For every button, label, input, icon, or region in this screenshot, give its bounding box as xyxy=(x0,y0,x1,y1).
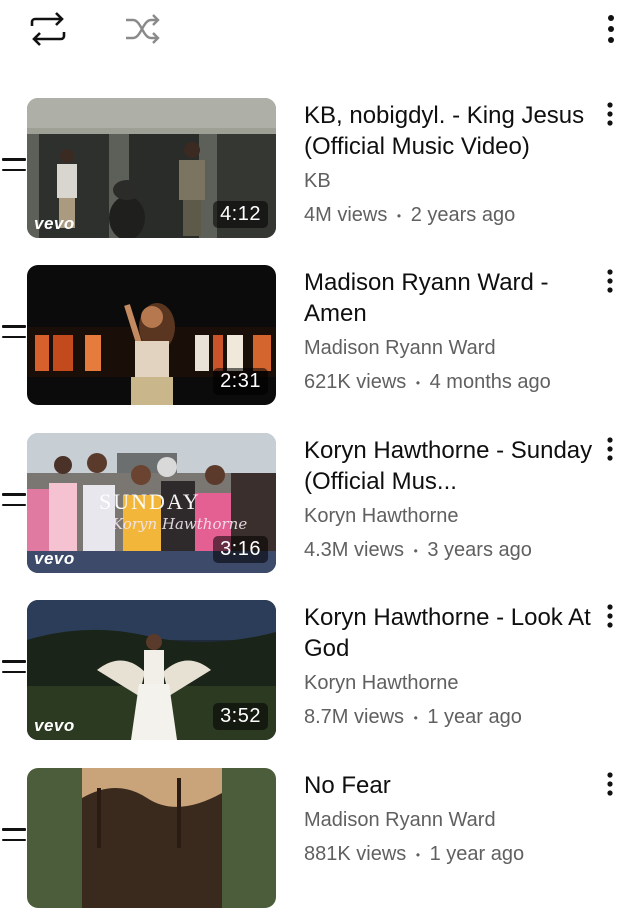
duration-badge: 3:16 xyxy=(213,536,268,563)
meta-separator: • xyxy=(413,543,418,558)
duration-badge: 2:31 xyxy=(213,368,268,395)
video-thumbnail[interactable]: SUNDAY Koryn Hawthorne vevo 3:16 xyxy=(27,433,276,573)
upload-age: 1 year ago xyxy=(427,706,522,728)
video-more-button[interactable] xyxy=(596,770,624,806)
vevo-logo: vevo xyxy=(34,549,75,568)
more-vert-icon xyxy=(607,437,613,461)
video-title: No Fear xyxy=(304,772,391,799)
video-title: KB, nobigdyl. - King Jesus (Official Mus… xyxy=(304,102,585,160)
thumbnail-image xyxy=(27,768,276,908)
video-thumbnail[interactable] xyxy=(27,768,276,908)
video-more-button[interactable] xyxy=(596,602,624,638)
more-vert-icon xyxy=(608,15,614,43)
drag-handle-icon[interactable] xyxy=(2,325,26,347)
meta-separator: • xyxy=(415,375,421,390)
channel-name: Madison Ryann Ward xyxy=(304,337,496,359)
video-info[interactable]: Koryn Hawthorne - Look At God Koryn Hawt… xyxy=(304,602,594,730)
video-info[interactable]: Koryn Hawthorne - Sunday (Official Mus..… xyxy=(304,435,594,563)
video-meta: 8.7M views • 1 year ago xyxy=(304,705,594,730)
drag-handle-icon[interactable] xyxy=(2,493,26,515)
repeat-button[interactable] xyxy=(22,8,74,50)
vevo-logo: vevo xyxy=(34,716,75,735)
vevo-logo: vevo xyxy=(34,214,75,233)
video-thumbnail[interactable]: 2:31 xyxy=(27,265,276,405)
view-count: 4M views xyxy=(304,204,388,226)
video-thumbnail[interactable]: vevo 3:52 xyxy=(27,600,276,740)
drag-handle-icon[interactable] xyxy=(2,660,26,682)
shuffle-button[interactable] xyxy=(118,8,168,50)
view-count: 621K views xyxy=(304,371,407,393)
video-info[interactable]: KB, nobigdyl. - King Jesus (Official Mus… xyxy=(304,100,594,228)
playlist-toolbar xyxy=(0,0,640,70)
more-options-button[interactable] xyxy=(596,8,626,50)
shuffle-icon xyxy=(126,14,160,44)
video-thumbnail[interactable]: vevo 4:12 xyxy=(27,98,276,238)
video-meta: 881K views • 1 year ago xyxy=(304,842,594,867)
video-meta: 4.3M views • 3 years ago xyxy=(304,538,594,563)
video-meta: 4M views • 2 years ago xyxy=(304,203,594,228)
view-count: 4.3M views xyxy=(304,539,405,561)
list-item[interactable]: vevo 3:52 Koryn Hawthorne - Look At God … xyxy=(0,600,640,750)
thumbnail-title-text: SUNDAY xyxy=(99,489,201,514)
video-info[interactable]: No Fear Madison Ryann Ward 881K views • … xyxy=(304,770,594,867)
drag-handle-icon[interactable] xyxy=(2,828,26,850)
thumbnail-signature: Koryn Hawthorne xyxy=(112,515,248,533)
channel-name: Madison Ryann Ward xyxy=(304,809,496,831)
video-title: Madison Ryann Ward - Amen xyxy=(304,269,549,327)
duration-badge: 3:52 xyxy=(213,703,268,730)
more-vert-icon xyxy=(607,102,613,126)
view-count: 8.7M views xyxy=(304,706,405,728)
list-item[interactable]: 2:31 Madison Ryann Ward - Amen Madison R… xyxy=(0,265,640,415)
duration-badge: 4:12 xyxy=(213,201,268,228)
video-info[interactable]: Madison Ryann Ward - Amen Madison Ryann … xyxy=(304,267,594,395)
channel-name: Koryn Hawthorne xyxy=(304,672,459,694)
more-vert-icon xyxy=(607,269,613,293)
video-more-button[interactable] xyxy=(596,100,624,136)
video-title: Koryn Hawthorne - Look At God xyxy=(304,604,591,662)
channel-name: Koryn Hawthorne xyxy=(304,505,459,527)
channel-name: KB xyxy=(304,170,331,192)
more-vert-icon xyxy=(607,772,613,796)
view-count: 881K views xyxy=(304,843,407,865)
more-vert-icon xyxy=(607,604,613,628)
video-meta: 621K views • 4 months ago xyxy=(304,370,594,395)
meta-separator: • xyxy=(396,208,402,223)
video-more-button[interactable] xyxy=(596,267,624,303)
meta-separator: • xyxy=(413,710,418,725)
video-title: Koryn Hawthorne - Sunday (Official Mus..… xyxy=(304,437,593,495)
upload-age: 2 years ago xyxy=(410,204,516,226)
list-item[interactable]: SUNDAY Koryn Hawthorne vevo 3:16 Koryn H… xyxy=(0,433,640,583)
drag-handle-icon[interactable] xyxy=(2,158,26,180)
list-item[interactable]: No Fear Madison Ryann Ward 881K views • … xyxy=(0,768,640,918)
upload-age: 3 years ago xyxy=(427,539,532,561)
repeat-icon xyxy=(30,12,66,46)
list-item[interactable]: vevo 4:12 KB, nobigdyl. - King Jesus (Of… xyxy=(0,98,640,248)
upload-age: 1 year ago xyxy=(429,843,525,865)
upload-age: 4 months ago xyxy=(429,371,551,393)
video-more-button[interactable] xyxy=(596,435,624,471)
